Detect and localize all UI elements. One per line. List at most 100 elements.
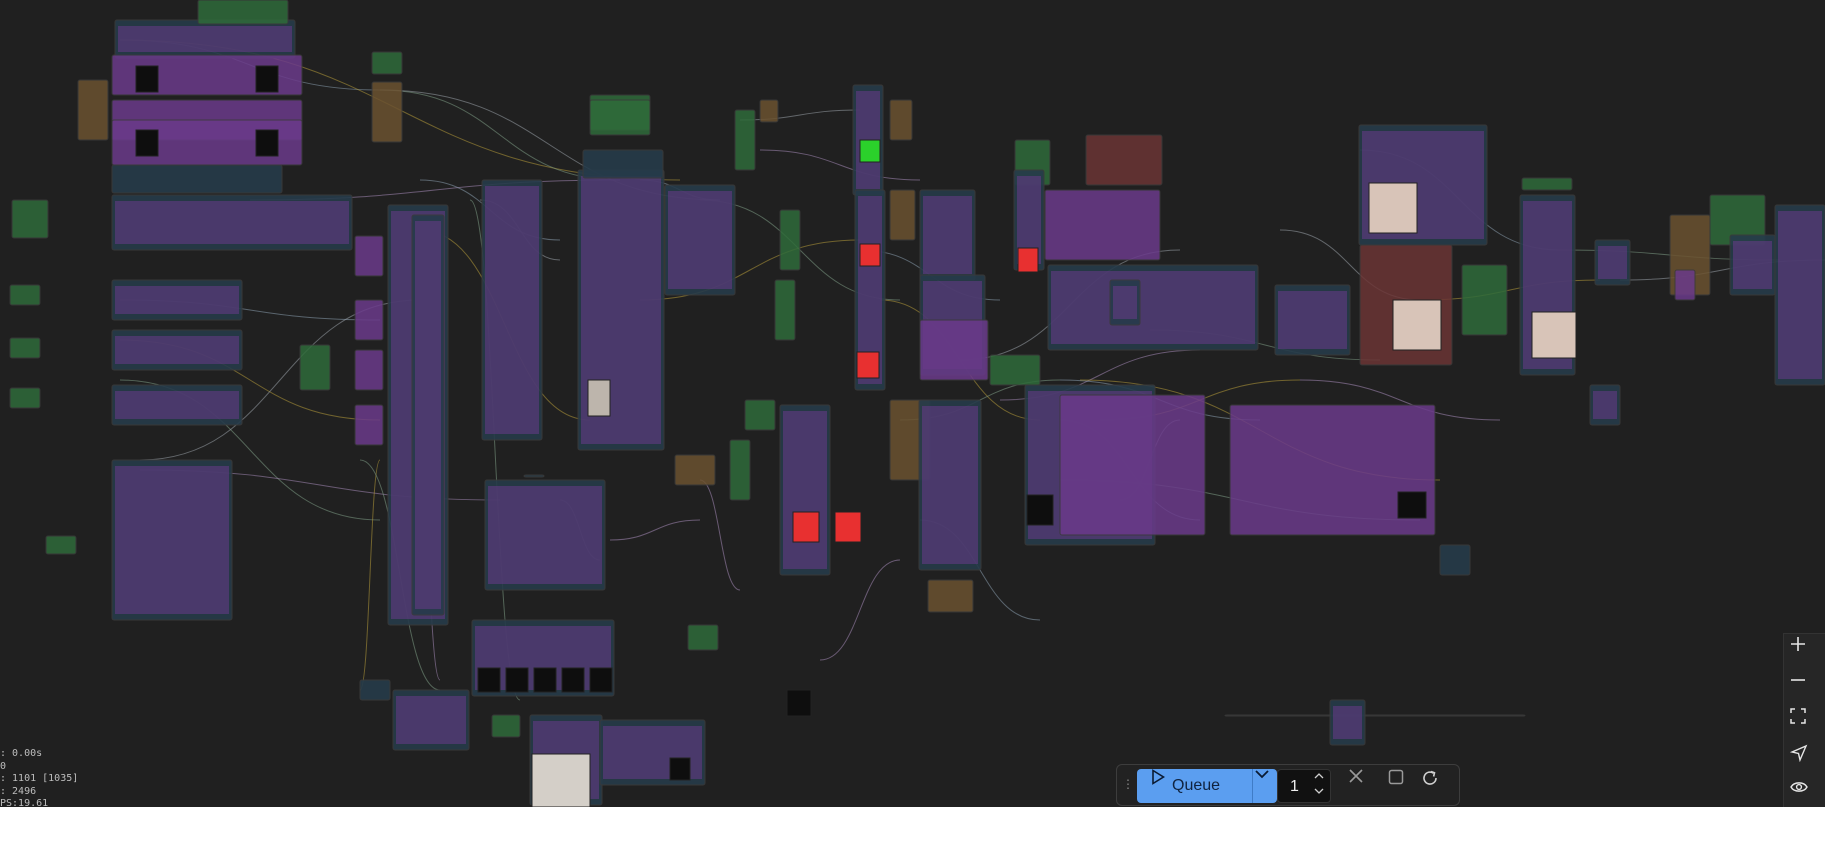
graph-node[interactable] [1059, 394, 1206, 536]
image-preview [859, 243, 881, 267]
image-preview [786, 689, 812, 717]
queue-split-divider [1252, 769, 1253, 803]
image-preview [856, 351, 880, 379]
node-graph[interactable] [0, 0, 1825, 807]
toggle-links-button[interactable] [1790, 780, 1820, 807]
graph-node[interactable] [589, 99, 651, 136]
node-body [396, 696, 466, 744]
node-link [379, 89, 721, 201]
graph-node[interactable] [687, 624, 719, 651]
node-body [1598, 246, 1627, 279]
graph-node[interactable] [674, 454, 716, 486]
batch-count-input[interactable]: 1 [1277, 769, 1331, 803]
graph-node[interactable] [371, 51, 403, 75]
cancel-button[interactable] [1349, 769, 1383, 803]
image-preview [561, 667, 585, 693]
graph-node[interactable] [354, 349, 384, 391]
graph-node[interactable] [9, 284, 41, 306]
locate-button[interactable] [1790, 744, 1820, 774]
graph-node[interactable] [759, 99, 779, 123]
graph-node[interactable] [889, 189, 916, 241]
graph-node[interactable] [927, 579, 974, 613]
image-preview [531, 753, 591, 807]
image-preview [589, 667, 613, 693]
graph-node[interactable] [1521, 177, 1573, 191]
graph-node[interactable] [1044, 189, 1161, 261]
graph-node[interactable] [11, 199, 49, 239]
image-preview [255, 129, 279, 157]
drag-handle-icon[interactable]: ⋮ [1122, 777, 1134, 791]
image-preview [505, 667, 529, 693]
graph-node[interactable] [729, 439, 751, 501]
zoom-in-button[interactable] [1790, 636, 1820, 666]
graph-node[interactable] [1461, 264, 1508, 336]
refresh-button[interactable] [1421, 769, 1455, 803]
image-preview [135, 65, 159, 93]
graph-node[interactable] [354, 235, 384, 277]
graph-node[interactable] [299, 344, 331, 391]
graph-node[interactable] [111, 164, 283, 194]
graph-node[interactable] [9, 387, 41, 409]
chevron-down-icon [1255, 770, 1269, 779]
node-body [783, 411, 827, 569]
image-preview [533, 667, 557, 693]
graph-node[interactable] [989, 354, 1041, 386]
graph-node[interactable] [774, 279, 796, 341]
image-preview [1017, 247, 1039, 273]
increment-button[interactable] [1314, 773, 1328, 785]
image-preview [587, 379, 611, 417]
node-body [115, 336, 239, 364]
node-body [115, 391, 239, 419]
graph-node[interactable] [744, 399, 776, 431]
graph-node[interactable] [919, 319, 989, 381]
stats-line-nodes: : 1101 [1035] [0, 773, 79, 784]
graph-node[interactable] [354, 404, 384, 446]
image-preview [135, 129, 159, 157]
graph-node[interactable] [523, 474, 545, 478]
graph-node[interactable] [371, 81, 403, 143]
graph-node[interactable] [9, 337, 41, 359]
stop-button[interactable] [1388, 769, 1422, 803]
node-body [923, 196, 972, 274]
graph-node[interactable] [45, 535, 77, 555]
plus-icon [1791, 637, 1805, 651]
image-preview [1368, 182, 1418, 234]
queue-button-label: Queue [1172, 777, 1221, 794]
fit-view-button[interactable] [1790, 708, 1820, 738]
send-icon [1790, 744, 1808, 762]
node-link [609, 519, 701, 541]
graph-node[interactable] [359, 679, 391, 701]
node-graph-canvas[interactable]: : 0.00s 0: 1101 [1035]: 2496 PS:19.61 ⋮ Qu… [0, 0, 1825, 807]
graph-node[interactable] [1224, 714, 1526, 717]
node-body [488, 486, 602, 584]
eye-icon [1790, 782, 1808, 792]
fullscreen-icon [1790, 708, 1806, 724]
image-preview [859, 139, 881, 163]
graph-node[interactable] [1085, 134, 1163, 186]
node-body [415, 221, 441, 609]
stats-line-count: 0 [0, 760, 7, 772]
image-preview [792, 511, 820, 543]
decrement-button[interactable] [1314, 788, 1328, 800]
queue-toolbar: ⋮ Queue 1 [1116, 764, 1460, 806]
zoom-out-button[interactable] [1790, 672, 1820, 702]
node-body [1278, 291, 1347, 349]
graph-node[interactable] [197, 0, 289, 25]
graph-node[interactable] [734, 109, 756, 171]
minus-icon [1791, 679, 1805, 681]
node-body [115, 466, 229, 614]
graph-node[interactable] [491, 714, 521, 738]
node-link [759, 149, 921, 181]
graph-node[interactable] [77, 79, 109, 141]
image-preview [255, 65, 279, 93]
graph-node[interactable] [1439, 544, 1471, 576]
graph-node[interactable] [889, 99, 913, 141]
graph-node[interactable] [779, 209, 801, 271]
image-preview [1531, 311, 1577, 359]
square-icon [1388, 769, 1404, 785]
graph-node[interactable] [1674, 269, 1696, 301]
close-icon [1349, 769, 1363, 783]
graph-node[interactable] [582, 149, 664, 179]
node-body [1113, 286, 1137, 319]
graph-node[interactable] [354, 299, 384, 341]
